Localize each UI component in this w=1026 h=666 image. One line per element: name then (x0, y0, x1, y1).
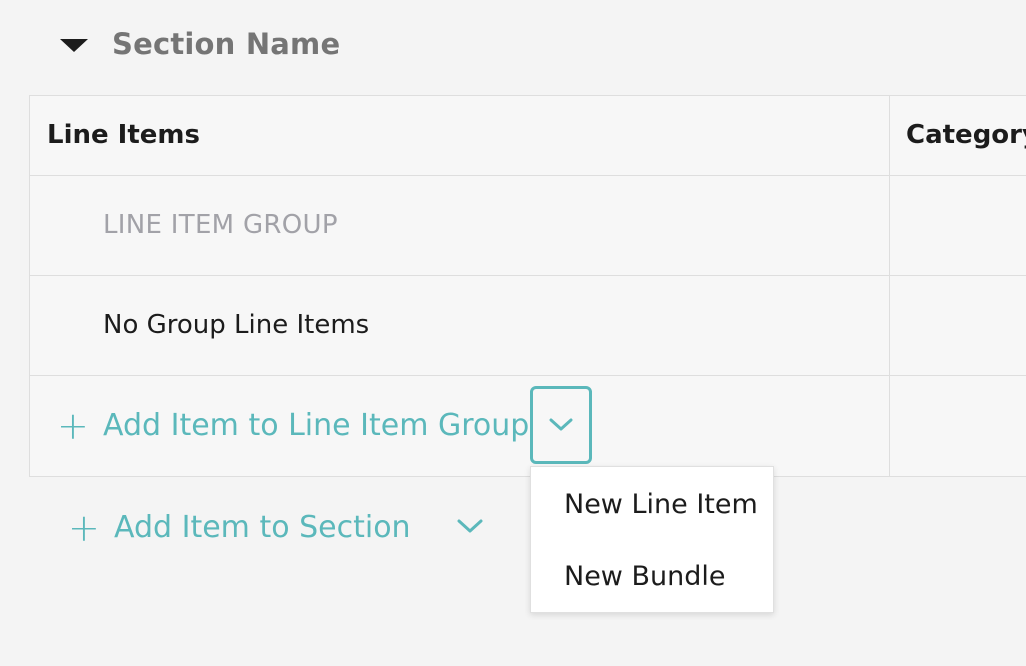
table-header-row: Line Items Category (30, 96, 1026, 176)
menu-item-new-bundle[interactable]: New Bundle (564, 561, 725, 592)
column-divider (889, 96, 890, 476)
add-item-to-section-label: Add Item to Section (114, 510, 411, 545)
add-section-dropdown-toggle[interactable] (456, 518, 484, 540)
chevron-down-icon (457, 519, 483, 533)
table-row-no-group-line-items[interactable]: No Group Line Items (30, 276, 1026, 376)
menu-item-new-line-item[interactable]: New Line Item (564, 489, 758, 520)
table-row-add-item: + Add Item to Line Item Group (30, 376, 1026, 478)
section-title: Section Name (112, 27, 341, 61)
plus-icon: + (68, 505, 100, 550)
add-item-to-group-label: Add Item to Line Item Group (103, 408, 530, 443)
add-item-dropdown-toggle[interactable] (530, 386, 592, 464)
add-item-to-group-button[interactable]: + Add Item to Line Item Group (57, 403, 530, 448)
column-header-category: Category (906, 120, 1026, 150)
line-items-table: Line Items Category LINE ITEM GROUP No G… (29, 95, 1026, 477)
caret-down-icon[interactable] (60, 38, 88, 52)
section-header[interactable]: Section Name (60, 24, 340, 64)
add-item-dropdown-menu: New Line Item New Bundle (530, 466, 774, 613)
plus-icon: + (57, 403, 89, 448)
line-item-group-label: LINE ITEM GROUP (103, 210, 338, 240)
no-group-line-items-label: No Group Line Items (103, 310, 370, 340)
add-item-to-section-button[interactable]: + Add Item to Section (68, 505, 411, 550)
chevron-down-icon (549, 418, 573, 431)
table-row-line-item-group[interactable]: LINE ITEM GROUP (30, 176, 1026, 276)
column-header-line-items: Line Items (47, 120, 200, 150)
